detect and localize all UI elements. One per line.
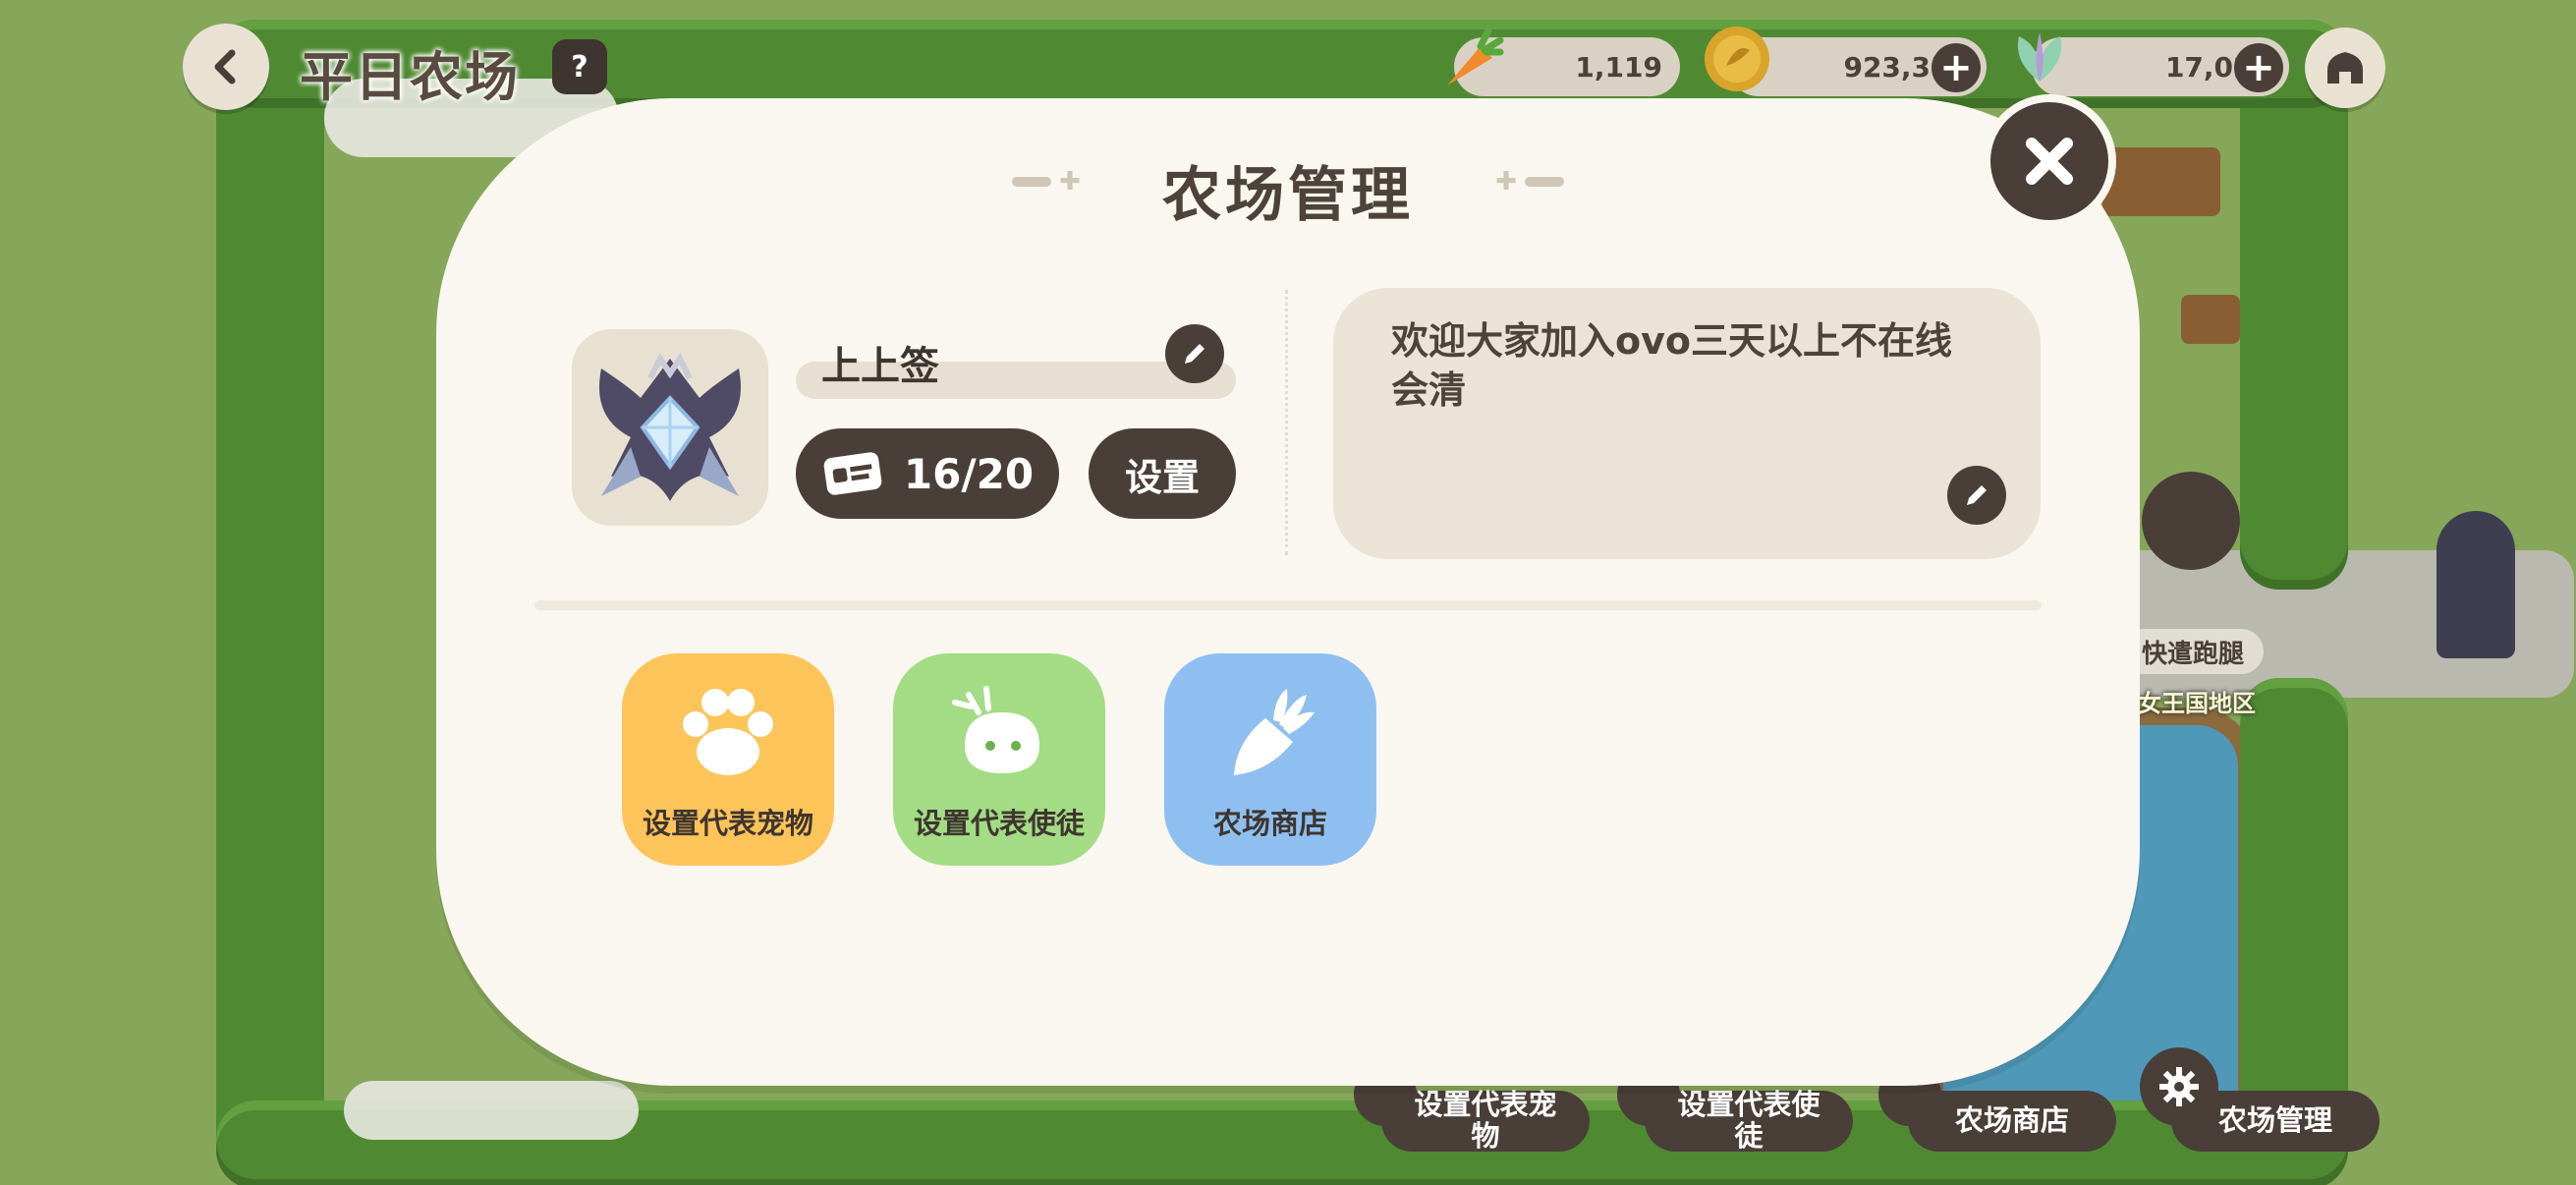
pencil-icon xyxy=(1185,344,1204,364)
edit-name-button[interactable] xyxy=(1165,324,1224,383)
farm-settings-button[interactable]: 设置 xyxy=(1089,428,1236,519)
carrot-icon xyxy=(1234,689,1315,775)
farm-shop-button[interactable]: 农场商店 xyxy=(1164,653,1376,866)
member-count-button[interactable]: 16/20 xyxy=(796,428,1059,519)
settings-label: 设置 xyxy=(1124,455,1200,499)
button-label: 农场商店 xyxy=(1212,807,1327,840)
set-representative-pet-button[interactable]: 设置代表宠物 xyxy=(622,653,834,866)
vertical-divider xyxy=(1285,290,1288,555)
farm-notice-text: 欢迎大家加入ovo三天以上不在线会清 xyxy=(1391,319,1952,412)
close-button[interactable] xyxy=(1983,94,2116,228)
set-representative-envoy-button[interactable]: 设置代表使徒 xyxy=(893,653,1105,866)
button-label: 设置代表宠物 xyxy=(642,807,813,840)
farm-management-dialog xyxy=(436,98,2140,1086)
farm-name: 上上签 xyxy=(821,344,939,389)
dragon-emblem-icon xyxy=(599,353,741,501)
pencil-icon xyxy=(1967,485,1987,505)
id-card-icon xyxy=(823,452,882,495)
farm-emblem-avatar[interactable] xyxy=(572,329,768,526)
member-count: 16/20 xyxy=(903,449,1035,498)
button-label: 设置代表使徒 xyxy=(913,807,1085,840)
paw-icon xyxy=(683,689,773,775)
close-icon xyxy=(2026,138,2073,185)
edit-notice-button[interactable] xyxy=(1947,466,2006,525)
horizontal-divider xyxy=(534,600,2042,610)
blob-icon xyxy=(952,686,1039,773)
dialog-title: 农场管理 xyxy=(1162,161,1414,230)
